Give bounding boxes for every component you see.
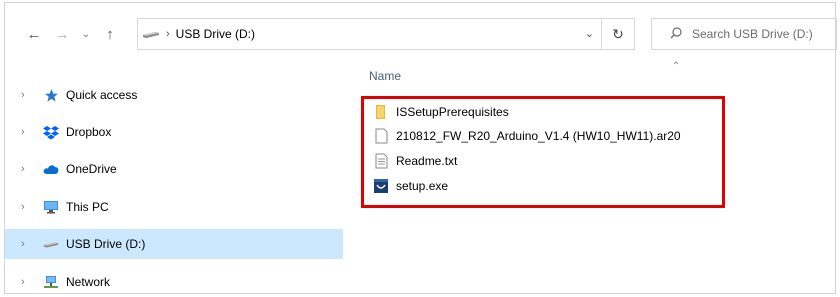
search-box[interactable]: Search USB Drive (D:) bbox=[651, 18, 837, 50]
arrow-left-icon: ← bbox=[26, 25, 42, 43]
expand-chevron-icon[interactable]: › bbox=[21, 201, 35, 213]
network-icon bbox=[43, 274, 59, 290]
installer-icon bbox=[373, 177, 389, 195]
nav-label: OneDrive bbox=[66, 162, 117, 176]
nav-item-usb-drive[interactable]: › USB Drive (D:) bbox=[5, 229, 343, 259]
address-history-chevron-icon[interactable]: ⌄ bbox=[585, 27, 594, 40]
recent-locations-button[interactable]: ⌄ bbox=[77, 25, 95, 43]
file-row-firmware[interactable]: 210812_FW_R20_Arduino_V1.4 (HW10_HW11).a… bbox=[373, 125, 681, 147]
file-name: setup.exe bbox=[396, 179, 449, 193]
refresh-button[interactable]: ↻ bbox=[601, 19, 634, 49]
search-placeholder: Search USB Drive (D:) bbox=[692, 27, 813, 41]
navigation-pane: › Quick access › Dropbox › OneDrive › Th… bbox=[5, 61, 347, 293]
back-button[interactable]: ← bbox=[25, 25, 43, 43]
nav-label: This PC bbox=[66, 200, 109, 214]
expand-chevron-icon[interactable]: › bbox=[21, 89, 35, 101]
file-name: Readme.txt bbox=[396, 154, 458, 168]
file-row-setup-exe[interactable]: setup.exe bbox=[373, 175, 448, 197]
nav-label: Quick access bbox=[66, 88, 138, 102]
nav-item-dropbox[interactable]: › Dropbox bbox=[5, 117, 343, 147]
address-toolbar: ← → ⌄ ↑ › USB Drive (D:) ⌄ ↻ Search USB … bbox=[5, 3, 837, 61]
file-row-issetupprerequisites[interactable]: ISSetupPrerequisites bbox=[373, 101, 509, 123]
file-name: 210812_FW_R20_Arduino_V1.4 (HW10_HW11).a… bbox=[396, 129, 681, 143]
nav-label: Dropbox bbox=[66, 125, 112, 139]
arrow-right-icon: → bbox=[54, 25, 70, 43]
up-button[interactable]: ↑ bbox=[101, 25, 119, 43]
nav-item-onedrive[interactable]: › OneDrive bbox=[5, 154, 343, 184]
nav-item-this-pc[interactable]: › This PC bbox=[5, 192, 343, 222]
address-bar[interactable]: › USB Drive (D:) ⌄ ↻ bbox=[137, 18, 635, 50]
file-icon bbox=[373, 127, 389, 145]
nav-label: USB Drive (D:) bbox=[66, 237, 146, 251]
nav-item-quick-access[interactable]: › Quick access bbox=[5, 80, 343, 110]
expand-chevron-icon[interactable]: › bbox=[21, 276, 35, 288]
chevron-down-icon: ⌄ bbox=[81, 28, 91, 40]
column-header-name[interactable]: Name bbox=[369, 69, 401, 83]
expand-chevron-icon[interactable]: › bbox=[21, 126, 35, 138]
dropbox-icon bbox=[43, 124, 59, 140]
breadcrumb-separator-icon: › bbox=[166, 28, 170, 40]
usb-drive-icon bbox=[142, 29, 160, 39]
text-file-icon bbox=[373, 152, 389, 170]
file-row-readme[interactable]: Readme.txt bbox=[373, 150, 457, 172]
star-icon bbox=[43, 87, 59, 103]
folder-icon bbox=[373, 103, 389, 121]
sort-ascending-icon: ⌃ bbox=[672, 61, 681, 72]
forward-button[interactable]: → bbox=[53, 25, 71, 43]
arrow-up-icon: ↑ bbox=[106, 25, 114, 43]
search-icon bbox=[670, 26, 682, 42]
cloud-icon bbox=[43, 161, 59, 177]
expand-chevron-icon[interactable]: › bbox=[21, 163, 35, 175]
refresh-icon: ↻ bbox=[612, 25, 624, 42]
nav-item-network[interactable]: › Network bbox=[5, 267, 343, 297]
file-name: ISSetupPrerequisites bbox=[396, 105, 509, 119]
nav-label: Network bbox=[66, 275, 111, 289]
file-explorer-window: ← → ⌄ ↑ › USB Drive (D:) ⌄ ↻ Search USB … bbox=[4, 2, 837, 294]
file-list: ⌃ Name ISSetupPrerequisites 210812_FW_R2… bbox=[347, 61, 835, 293]
expand-chevron-icon[interactable]: › bbox=[21, 238, 35, 250]
usb-drive-icon bbox=[43, 236, 59, 252]
monitor-icon bbox=[43, 199, 59, 215]
breadcrumb-usb-drive[interactable]: USB Drive (D:) bbox=[176, 27, 255, 41]
